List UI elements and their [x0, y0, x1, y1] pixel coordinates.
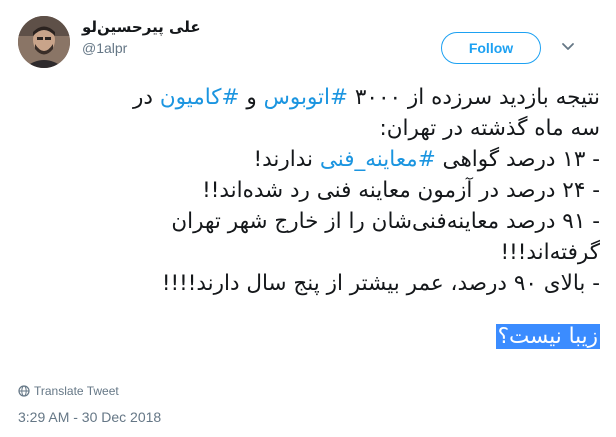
selected-text: زیبا نیست؟ — [495, 324, 600, 349]
hashtag-link[interactable]: #معاینه_فنی — [320, 147, 436, 172]
tweet-line: سه ماه گذشته در تهران: — [379, 116, 600, 141]
tweet-line: - بالای ۹۰ درصد، عمر بیشتر از پنج سال دا… — [161, 271, 600, 296]
translate-label: Translate Tweet — [34, 384, 119, 398]
tweet-line: زیبا نیست؟ — [16, 321, 600, 352]
tweet-timestamp[interactable]: 3:29 AM - 30 Dec 2018 — [18, 409, 161, 425]
avatar[interactable] — [18, 16, 70, 68]
tweet-text: نتیجه بازدید سرزده از ۳۰۰۰ #اتوبوس و #کا… — [16, 82, 600, 352]
author-handle[interactable]: @1alpr — [82, 40, 127, 56]
chevron-down-icon[interactable] — [560, 38, 576, 54]
tweet-text-segment: نتیجه بازدید سرزده از ۳۰۰۰ — [348, 85, 600, 110]
hashtag-link[interactable]: #کامیون — [160, 85, 240, 110]
author-display-name[interactable]: علی پیرحسین‌لو — [82, 18, 201, 36]
tweet-text-segment: - ۱۳ درصد گواهی — [435, 147, 600, 172]
tweet-line: - ۲۴ درصد در آزمون معاینه فنی رد شده‌اند… — [202, 178, 600, 203]
tweet-line: - ۹۱ درصد معاینه‌فنی‌شان را از خارج شهر … — [171, 209, 600, 234]
tweet-line: نتیجه بازدید سرزده از ۳۰۰۰ #اتوبوس و #کا… — [16, 82, 600, 113]
tweet-text-segment: ندارند! — [253, 147, 320, 172]
tweet-text-segment: در — [133, 85, 160, 110]
globe-icon — [18, 385, 30, 397]
hashtag-link[interactable]: #اتوبوس — [264, 85, 348, 110]
tweet-line: - ۱۳ درصد گواهی #معاینه_فنی ندارند! — [16, 144, 600, 175]
tweet-text-segment: و — [239, 85, 264, 110]
follow-button[interactable]: Follow — [441, 32, 541, 64]
translate-tweet-link[interactable]: Translate Tweet — [18, 384, 119, 398]
tweet-line: گرفته‌اند!!! — [500, 240, 601, 265]
